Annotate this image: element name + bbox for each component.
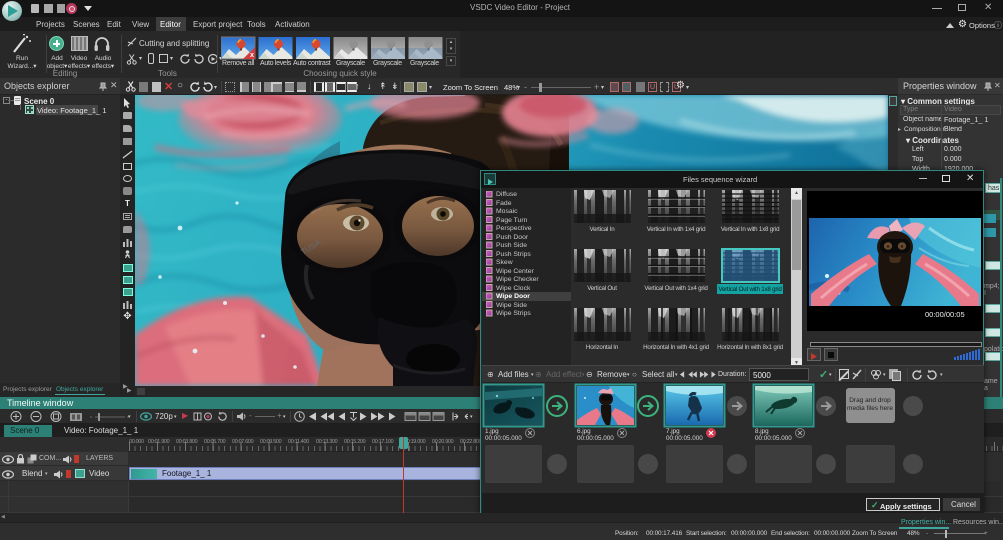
svg-text:8.jpg: 8.jpg xyxy=(755,428,769,435)
svg-text:Drag and drop: Drag and drop xyxy=(849,397,891,404)
svg-text:7.jpg: 7.jpg xyxy=(666,428,680,435)
svg-text:Vertical In: Vertical In xyxy=(590,226,616,233)
svg-text:Vertical Out with 1x8 grid: Vertical Out with 1x8 grid xyxy=(718,286,782,293)
svg-text:6.jpg: 6.jpg xyxy=(577,428,591,435)
svg-text:00:00:05.000: 00:00:05.000 xyxy=(666,435,703,442)
svg-text:00:00:05.000: 00:00:05.000 xyxy=(577,435,614,442)
svg-text:1.jpg: 1.jpg xyxy=(485,428,499,435)
svg-text:Vertical In with 1x8 grid: Vertical In with 1x8 grid xyxy=(721,226,780,233)
svg-text:Horizontal In with 4x1 grid: Horizontal In with 4x1 grid xyxy=(643,344,710,351)
svg-text:Horizontal In: Horizontal In xyxy=(586,344,619,351)
svg-text:00:00:05.000: 00:00:05.000 xyxy=(755,435,792,442)
svg-text:Vertical Out with 1x4 grid: Vertical Out with 1x4 grid xyxy=(644,285,708,292)
svg-text:Vertical In with 1x4 grid: Vertical In with 1x4 grid xyxy=(647,226,706,233)
svg-text:x: x xyxy=(250,52,254,59)
svg-text:Vertical Out: Vertical Out xyxy=(587,285,617,292)
svg-text:media files here: media files here xyxy=(847,405,893,412)
svg-text:00:00:05.000: 00:00:05.000 xyxy=(485,435,522,442)
svg-text:Horizontal In with 8x1 grid: Horizontal In with 8x1 grid xyxy=(717,344,784,351)
